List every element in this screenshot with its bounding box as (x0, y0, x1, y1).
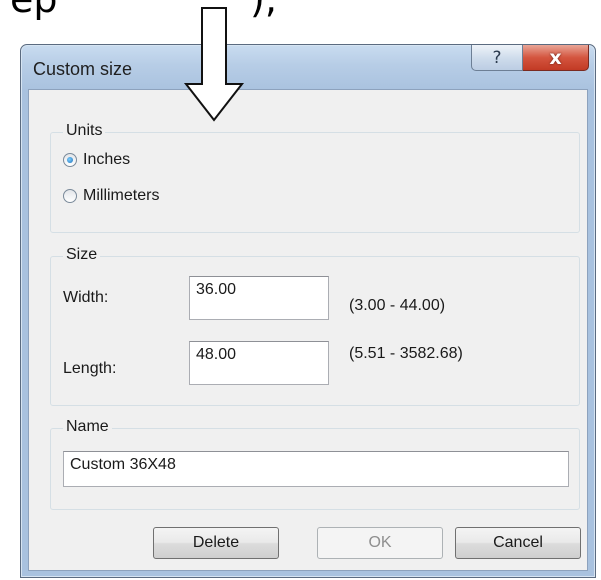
help-icon: ? (492, 47, 502, 68)
close-icon: x (549, 46, 562, 69)
units-group: Units Inches Millimeters (50, 122, 580, 233)
caption-left-text: ep (10, 0, 58, 22)
radio-inches[interactable]: Inches (63, 151, 130, 169)
size-group-label: Size (63, 246, 101, 264)
help-button[interactable]: ? (471, 45, 523, 71)
width-range: (3.00 - 44.00) (349, 297, 446, 314)
length-range: (5.51 - 3582.68) (349, 345, 463, 362)
ok-button[interactable]: OK (317, 527, 443, 559)
custom-size-dialog: Custom size ? x Units Inches Millimeters… (20, 44, 596, 578)
length-label: Length: (63, 360, 117, 377)
caption-right-text: ), (250, 0, 277, 22)
delete-button[interactable]: Delete (153, 527, 279, 559)
cropped-caption: ep ), (0, 0, 601, 22)
size-group: Size Width: 36.00 (3.00 - 44.00) Length:… (50, 246, 580, 406)
radio-millimeters-label: Millimeters (83, 187, 160, 204)
dialog-title: Custom size (33, 59, 133, 79)
width-input[interactable]: 36.00 (189, 276, 329, 320)
name-group: Name Custom 36X48 (50, 418, 580, 510)
name-input[interactable]: Custom 36X48 (63, 451, 569, 487)
radio-inches-label: Inches (83, 151, 131, 168)
close-button[interactable]: x (523, 45, 589, 71)
name-group-label: Name (63, 418, 112, 436)
length-input[interactable]: 48.00 (189, 341, 329, 385)
cancel-button[interactable]: Cancel (455, 527, 581, 559)
radio-inches-indicator[interactable] (63, 153, 77, 167)
dialog-client-area: Units Inches Millimeters Size Width: 36.… (28, 89, 588, 571)
title-bar-buttons: ? x (471, 45, 589, 73)
width-label: Width: (63, 289, 109, 306)
units-group-label: Units (63, 122, 106, 140)
radio-millimeters[interactable]: Millimeters (63, 187, 159, 205)
radio-millimeters-indicator[interactable] (63, 189, 77, 203)
